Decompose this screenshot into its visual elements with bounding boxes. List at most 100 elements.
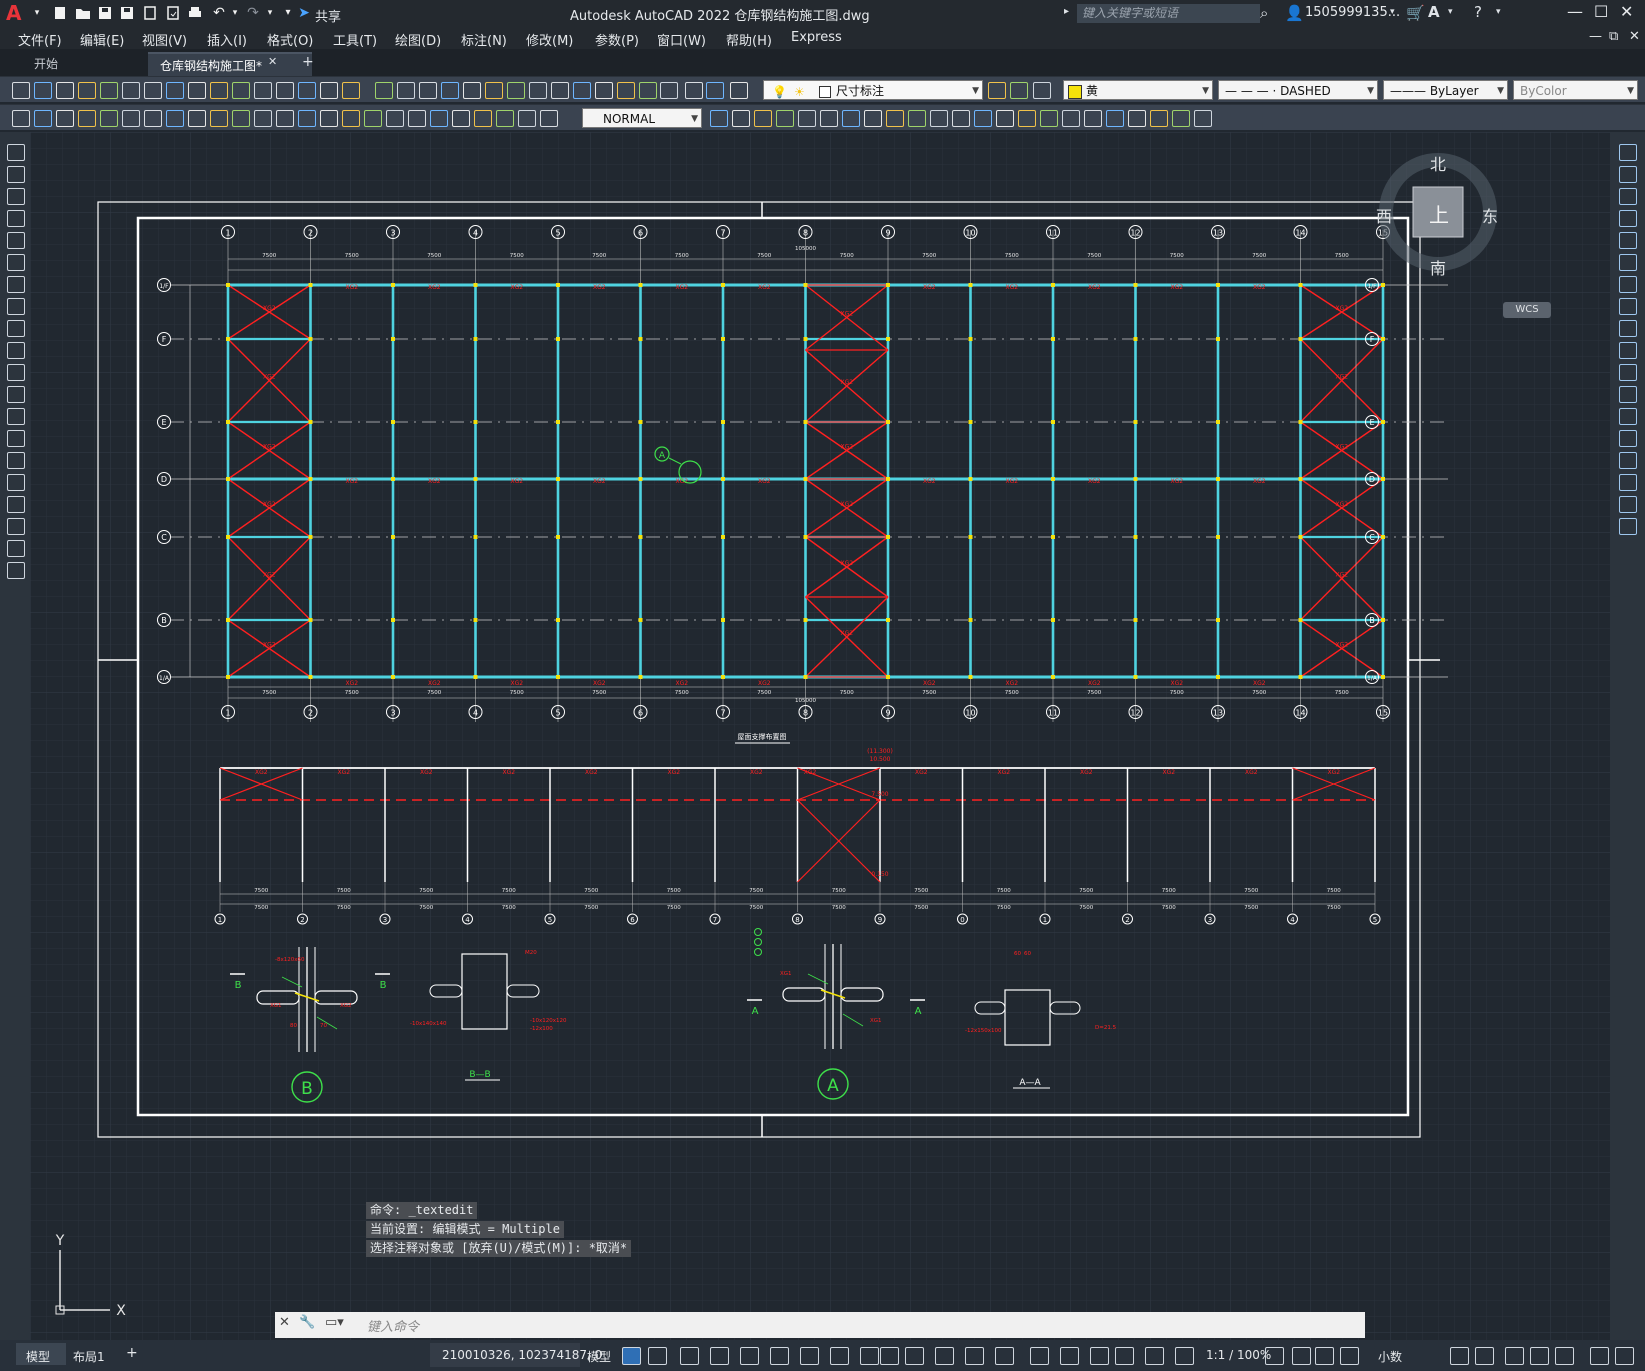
annotation-scale[interactable]: 1:1 / 100% (1206, 1348, 1271, 1362)
standard-tool-icon[interactable] (12, 82, 30, 99)
draw-side-tool-icon[interactable] (7, 562, 25, 579)
draw-tool-icon[interactable] (864, 110, 882, 127)
tab-layout1[interactable]: 布局1 (73, 1348, 105, 1365)
standard-tool-icon[interactable] (706, 82, 724, 99)
menu-help[interactable]: 帮助(H) (726, 30, 772, 49)
status-toggle-icon[interactable] (1145, 1347, 1164, 1365)
status-toggle-icon[interactable] (1175, 1347, 1194, 1365)
color-combo[interactable]: 黄 ▼ (1063, 80, 1213, 100)
menu-tools[interactable]: 工具(T) (333, 30, 377, 49)
redo-dropdown-icon[interactable]: ▾ (262, 5, 278, 21)
modify-side-tool-icon[interactable] (1619, 342, 1637, 359)
standard-tool-icon[interactable] (232, 82, 250, 99)
status-toggle-icon[interactable] (880, 1347, 899, 1365)
draw-tool-icon[interactable] (518, 110, 536, 127)
user-dropdown-icon[interactable]: ▾ (1390, 7, 1395, 17)
cad-drawing[interactable]: XG2 XG2 XG2 XG2 XG2 XG2 XG2 XG2 XG2 XG2 XG2 XG2 XG2 X… (30, 132, 1610, 1350)
modify-side-tool-icon[interactable] (1619, 320, 1637, 337)
draw-tool-icon[interactable] (122, 110, 140, 127)
save-as-icon[interactable] (119, 5, 135, 21)
draw-side-tool-icon[interactable] (7, 210, 25, 227)
menu-edit[interactable]: 编辑(E) (80, 30, 124, 49)
standard-tool-icon[interactable] (730, 82, 748, 99)
standard-tool-icon[interactable] (685, 82, 703, 99)
standard-tool-icon[interactable] (320, 82, 338, 99)
standard-tool-icon[interactable] (100, 82, 118, 99)
standard-tool-icon[interactable] (56, 82, 74, 99)
menu-insert[interactable]: 插入(I) (207, 30, 247, 49)
search-input[interactable]: 键入关键字或短语 (1077, 4, 1260, 23)
modify-side-tool-icon[interactable] (1619, 430, 1637, 447)
draw-tool-icon[interactable] (886, 110, 904, 127)
search-icon[interactable]: ⌕ (1260, 4, 1268, 22)
status-toggle-icon[interactable] (1090, 1347, 1109, 1365)
status-toggle-icon[interactable] (1292, 1347, 1311, 1365)
standard-tool-icon[interactable] (210, 82, 228, 99)
draw-tool-icon[interactable] (386, 110, 404, 127)
draw-tool-icon[interactable] (776, 110, 794, 127)
maximize-icon[interactable]: ☐ (1594, 2, 1608, 21)
draw-tool-icon[interactable] (408, 110, 426, 127)
standard-tool-icon[interactable] (551, 82, 569, 99)
status-toggle-icon[interactable] (710, 1347, 729, 1365)
menu-parametric[interactable]: 参数(P) (595, 30, 639, 49)
draw-tool-icon[interactable] (1150, 110, 1168, 127)
viewcube-north[interactable]: 北 (1430, 151, 1446, 175)
standard-tool-icon[interactable] (617, 82, 635, 99)
close-window-icon[interactable]: ✕ (1620, 2, 1633, 21)
status-toggle-icon[interactable] (1475, 1347, 1494, 1365)
standard-tool-icon[interactable] (595, 82, 613, 99)
standard-tool-icon[interactable] (463, 82, 481, 99)
standard-tool-icon[interactable] (166, 82, 184, 99)
draw-tool-icon[interactable] (474, 110, 492, 127)
wcs-menu[interactable]: WCS (1503, 302, 1551, 318)
doc-restore-icon[interactable]: ⧉ (1609, 29, 1618, 44)
status-toggle-icon[interactable] (965, 1347, 984, 1365)
standard-tool-icon[interactable] (276, 82, 294, 99)
draw-side-tool-icon[interactable] (7, 496, 25, 513)
linetype-combo[interactable]: — — — · DASHED ▼ (1218, 80, 1378, 100)
standard-tool-icon[interactable] (639, 82, 657, 99)
standard-tool-icon[interactable] (397, 82, 415, 99)
modify-side-tool-icon[interactable] (1619, 166, 1637, 183)
draw-tool-icon[interactable] (1128, 110, 1146, 127)
draw-tool-icon[interactable] (496, 110, 514, 127)
status-toggle-icon[interactable] (770, 1347, 789, 1365)
standard-tool-icon[interactable] (34, 82, 52, 99)
menu-dimension[interactable]: 标注(N) (461, 30, 507, 49)
draw-tool-icon[interactable] (342, 110, 360, 127)
draw-tool-icon[interactable] (56, 110, 74, 127)
tab-add-button[interactable]: + (302, 54, 314, 70)
draw-side-tool-icon[interactable] (7, 298, 25, 315)
draw-tool-icon[interactable] (1062, 110, 1080, 127)
status-toggle-icon[interactable] (740, 1347, 759, 1365)
status-toggle-icon[interactable] (680, 1347, 699, 1365)
draw-side-tool-icon[interactable] (7, 518, 25, 535)
modify-side-tool-icon[interactable] (1619, 408, 1637, 425)
status-toggle-icon[interactable] (1265, 1347, 1284, 1365)
draw-tool-icon[interactable] (232, 110, 250, 127)
modify-side-tool-icon[interactable] (1619, 144, 1637, 161)
modify-side-tool-icon[interactable] (1619, 210, 1637, 227)
status-toggle-icon[interactable] (935, 1347, 954, 1365)
user-name[interactable]: 1505999135... (1305, 5, 1400, 20)
draw-side-tool-icon[interactable] (7, 430, 25, 447)
standard-tool-icon[interactable] (298, 82, 316, 99)
save-web-icon[interactable] (165, 5, 181, 21)
help-icon[interactable]: ? (1474, 3, 1482, 21)
draw-side-tool-icon[interactable] (7, 474, 25, 491)
status-toggle-icon[interactable] (1505, 1347, 1524, 1365)
modify-side-tool-icon[interactable] (1619, 496, 1637, 513)
draw-side-tool-icon[interactable] (7, 188, 25, 205)
status-toggle-icon[interactable] (1030, 1347, 1049, 1365)
draw-tool-icon[interactable] (1040, 110, 1058, 127)
lineweight-combo[interactable]: ——— ByLayer ▼ (1383, 80, 1508, 100)
status-toggle-icon[interactable] (1590, 1347, 1609, 1365)
draw-tool-icon[interactable] (320, 110, 338, 127)
draw-side-tool-icon[interactable] (7, 364, 25, 381)
draw-tool-icon[interactable] (908, 110, 926, 127)
status-toggle-icon[interactable] (1340, 1347, 1359, 1365)
draw-tool-icon[interactable] (1084, 110, 1102, 127)
draw-tool-icon[interactable] (210, 110, 228, 127)
standard-tool-icon[interactable] (1033, 82, 1051, 99)
